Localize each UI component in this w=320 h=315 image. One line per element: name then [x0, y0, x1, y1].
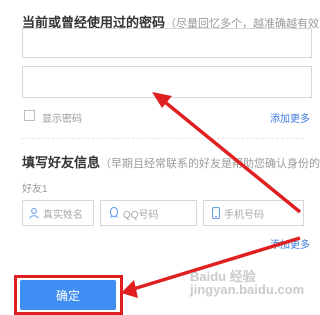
arrow-to-password-input-icon: [152, 92, 302, 214]
baidu-jingyan-watermark: Baidu 经验 jingyan.baidu.com: [190, 269, 305, 297]
annotation-arrows: [121, 92, 302, 298]
